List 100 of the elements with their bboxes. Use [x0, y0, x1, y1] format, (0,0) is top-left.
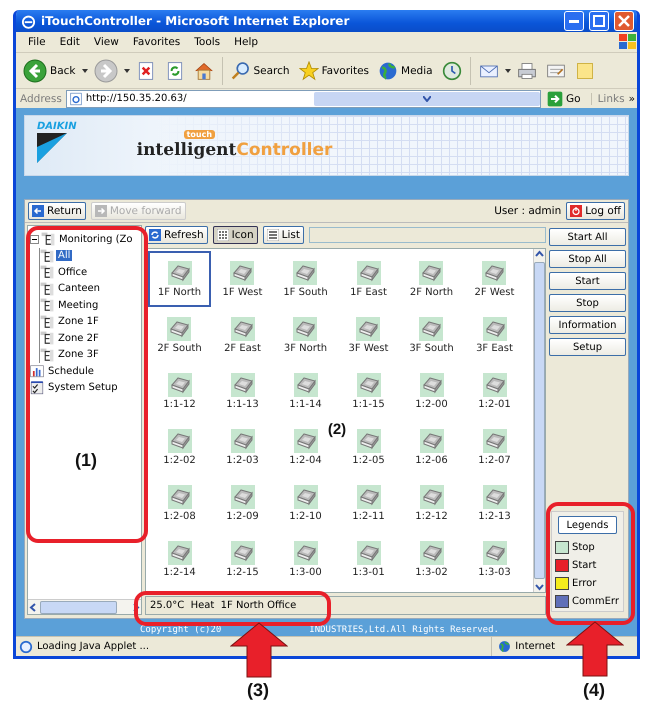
unit-tile[interactable]: 1:2-09: [224, 482, 261, 524]
menu-item[interactable]: Favorites: [126, 36, 188, 48]
air-conditioner-icon: [356, 428, 380, 452]
unit-tile[interactable]: 1:2-11: [350, 482, 387, 524]
icon-button[interactable]: Icon: [212, 226, 258, 244]
vertical-scrollbar[interactable]: [533, 249, 545, 592]
air-conditioner-icon: [293, 260, 318, 284]
unit-tile[interactable]: 1:2-00: [413, 370, 450, 412]
caret-icon[interactable]: [82, 68, 88, 72]
unit-tile[interactable]: 1:1-15: [350, 370, 387, 412]
media-button[interactable]: Media: [375, 58, 436, 82]
list-button[interactable]: List: [262, 226, 304, 244]
tree-item[interactable]: Monitoring (Zo: [57, 234, 135, 245]
unit-tile[interactable]: 1:2-13: [476, 482, 513, 524]
action-button[interactable]: Start All: [549, 228, 626, 246]
unit-tile[interactable]: 1:2-05: [350, 426, 387, 468]
unit-tile[interactable]: 3F North: [282, 314, 330, 356]
unit-tile[interactable]: 1:3-00: [287, 538, 324, 580]
air-conditioner-icon: [419, 316, 444, 340]
tree-item[interactable]: Zone 1F: [56, 316, 101, 328]
return-button[interactable]: Return: [28, 202, 86, 220]
legends-button[interactable]: Legends: [558, 516, 617, 534]
unit-tile[interactable]: 1F East: [348, 258, 389, 300]
menu-item[interactable]: Tools: [187, 36, 228, 48]
unit-tile[interactable]: 3F East: [474, 314, 515, 356]
unit-tile[interactable]: 1:3-02: [413, 538, 450, 580]
minimize-button[interactable]: [564, 11, 584, 31]
tree-item[interactable]: Office: [56, 266, 90, 278]
links-label[interactable]: Links: [590, 92, 625, 104]
menu-item[interactable]: Edit: [52, 36, 87, 48]
back-button[interactable]: Back: [20, 56, 78, 84]
tree-item[interactable]: Schedule: [46, 366, 96, 377]
unit-tile[interactable]: 2F East: [222, 314, 263, 356]
unit-tile[interactable]: 1:2-01: [476, 370, 513, 412]
callout-label: (1): [75, 450, 97, 470]
callout-label: (3): [247, 680, 269, 700]
tree-item[interactable]: Canteen: [56, 283, 102, 294]
refresh-button[interactable]: Refresh: [145, 226, 208, 244]
caret-icon[interactable]: [504, 68, 511, 72]
globe-icon: [498, 640, 512, 653]
unit-tile[interactable]: 2F South: [155, 314, 204, 356]
search-button[interactable]: Search: [228, 58, 293, 82]
caret-icon[interactable]: [124, 68, 130, 72]
unit-tile[interactable]: 3F South: [407, 314, 456, 356]
unit-tile[interactable]: 2F North: [408, 258, 456, 300]
unit-tile[interactable]: 1F West: [220, 258, 264, 300]
address-field[interactable]: http://150.35.20.63/: [66, 90, 542, 108]
unit-tile[interactable]: 1:2-08: [161, 482, 198, 524]
collapse-icon[interactable]: [30, 234, 39, 244]
maximize-icon: [593, 15, 605, 27]
maximize-button[interactable]: [589, 11, 609, 31]
air-conditioner-icon: [168, 484, 192, 508]
air-conditioner-icon: [230, 428, 254, 452]
unit-tile[interactable]: 1:2-07: [476, 426, 513, 468]
horizontal-scrollbar[interactable]: [28, 599, 141, 614]
tree-item[interactable]: Zone 2F: [56, 332, 101, 344]
unit-tile[interactable]: 1F North: [148, 251, 211, 307]
action-button[interactable]: Setup: [549, 338, 626, 356]
unit-tile[interactable]: 1:1-12: [161, 370, 198, 412]
group-icon: [40, 331, 54, 346]
unit-tile[interactable]: 1:2-14: [161, 538, 198, 580]
unit-tile[interactable]: 1:2-15: [224, 538, 261, 580]
grid-view-icon: [216, 229, 229, 241]
unit-tile[interactable]: 1:3-01: [350, 538, 387, 580]
log-off-button[interactable]: Log off: [566, 202, 625, 220]
unit-tile[interactable]: 1:1-14: [287, 370, 324, 412]
action-button[interactable]: Stop: [549, 294, 626, 312]
unit-tile[interactable]: 1:3-03: [476, 538, 513, 580]
favorites-button[interactable]: Favorites: [296, 58, 372, 82]
tree-item[interactable]: Zone 3F: [56, 349, 101, 360]
chevron-more[interactable]: »: [628, 92, 635, 104]
logo-badge: touch: [184, 130, 216, 138]
air-conditioner-icon: [294, 372, 318, 396]
air-conditioner-icon: [230, 316, 254, 340]
menu-item[interactable]: View: [86, 36, 126, 48]
unit-tile[interactable]: 1:1-13: [224, 370, 261, 412]
tree-item[interactable]: System Setup: [46, 382, 120, 394]
air-conditioner-icon: [294, 484, 318, 508]
unit-tile[interactable]: 1:2-10: [287, 482, 324, 524]
unit-tile[interactable]: 1:2-02: [161, 426, 198, 468]
action-button[interactable]: Information: [549, 316, 626, 334]
tree-item[interactable]: All: [56, 250, 72, 262]
go-button[interactable]: Go: [545, 90, 587, 106]
search-field[interactable]: [308, 227, 546, 243]
action-button[interactable]: Stop All: [549, 250, 626, 268]
menu-item[interactable]: Help: [227, 36, 266, 48]
unit-tile[interactable]: 1:2-03: [224, 426, 261, 468]
unit-tile[interactable]: 1:2-12: [413, 482, 450, 524]
close-button[interactable]: [614, 11, 634, 31]
unit-tile[interactable]: 1:2-04: [287, 426, 324, 468]
tree-item[interactable]: Meeting: [56, 300, 100, 311]
air-conditioner-icon: [420, 428, 444, 452]
unit-tile[interactable]: 3F West: [346, 314, 390, 356]
unit-tile[interactable]: 1F South: [281, 258, 330, 300]
menu-item[interactable]: File: [21, 36, 53, 48]
legend-label: CommErr: [572, 596, 619, 606]
list-view-icon: [266, 229, 279, 241]
action-button[interactable]: Start: [549, 272, 626, 290]
unit-tile[interactable]: 2F West: [472, 258, 516, 300]
unit-tile[interactable]: 1:2-06: [413, 426, 450, 468]
